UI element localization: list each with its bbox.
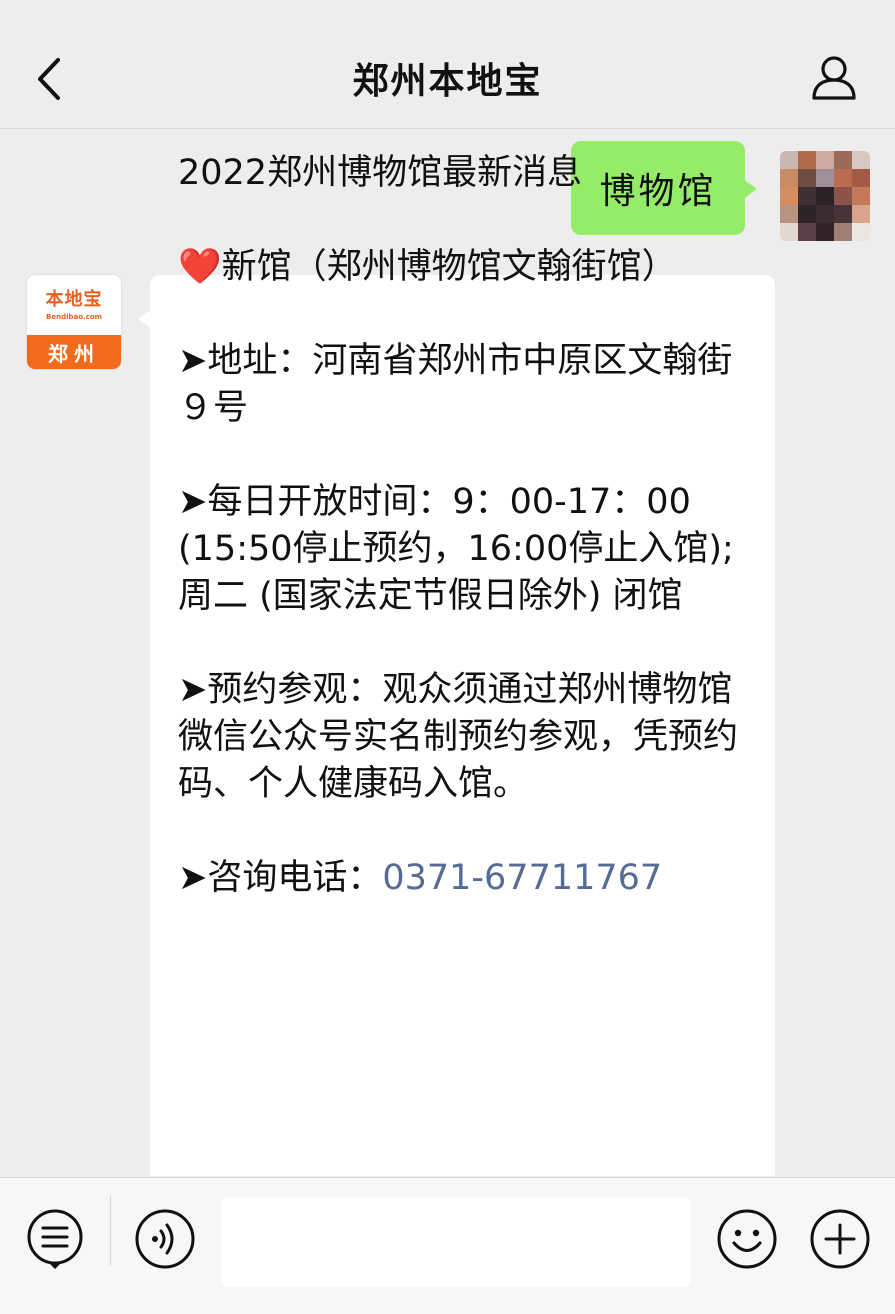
- bot-message-text: 2022郑州博物馆最新消息 ❤️新馆（郑州博物馆文翰街馆） ➤地址：河南省郑州市…: [178, 150, 748, 902]
- plus-circle-icon: [810, 1209, 870, 1269]
- input-divider: [110, 1196, 111, 1266]
- input-bar: [0, 1177, 895, 1314]
- person-icon: [812, 56, 856, 100]
- phone-line: ➤咨询电话：0371-67711767: [178, 858, 663, 898]
- menu-button[interactable]: [24, 1208, 86, 1270]
- phone-link[interactable]: 0371-67711767: [382, 858, 662, 898]
- bendibao-logo: 本地宝 Bendibao.com: [27, 275, 121, 335]
- reservation-line: ➤预约参观：观众须通过郑州博物馆微信公众号实名制预约参观，凭预约码、个人健康码入…: [178, 670, 739, 804]
- voice-button[interactable]: [134, 1208, 196, 1270]
- hours-line: ➤每日开放时间：9：00-17：00 (15:50停止预约，16:00停止入馆)…: [178, 482, 734, 616]
- bot-avatar[interactable]: 本地宝 Bendibao.com 郑州: [27, 275, 121, 369]
- message-input[interactable]: [221, 1197, 691, 1287]
- page-title: 郑州本地宝: [352, 61, 543, 102]
- profile-button[interactable]: [809, 52, 859, 102]
- user-avatar[interactable]: [780, 151, 870, 241]
- address-line: ➤地址：河南省郑州市中原区文翰街９号: [178, 341, 733, 428]
- voice-icon: [135, 1209, 195, 1269]
- venue-line: ❤️新馆（郑州博物馆文翰街馆）: [178, 247, 677, 287]
- heart-icon: ❤️: [178, 247, 222, 287]
- add-button[interactable]: [809, 1208, 871, 1270]
- message-title: 2022郑州博物馆最新消息: [178, 153, 583, 193]
- avatar-city-label: 郑州: [27, 335, 121, 369]
- top-nav-bar: 郑州本地宝: [0, 0, 895, 129]
- smiley-icon: [717, 1209, 777, 1269]
- menu-list-icon: [27, 1209, 83, 1269]
- emoji-button[interactable]: [716, 1208, 778, 1270]
